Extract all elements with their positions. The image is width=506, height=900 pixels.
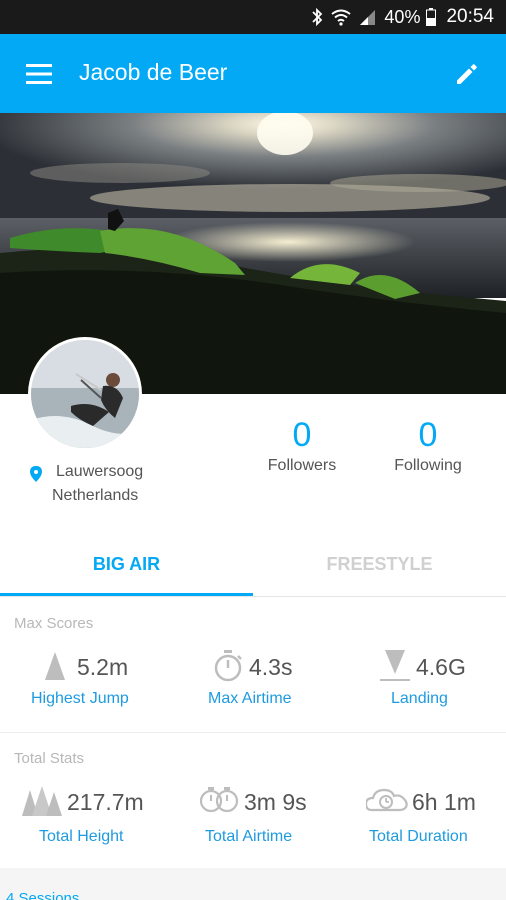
battery-percent: 40% xyxy=(384,6,421,27)
highest-jump-caption: Highest Jump xyxy=(31,690,129,707)
clock-cloud-icon xyxy=(366,788,408,812)
app-bar: Jacob de Beer xyxy=(0,34,506,113)
following-label: Following xyxy=(394,457,462,474)
landing-caption: Landing xyxy=(391,690,448,707)
clock: 20:54 xyxy=(446,6,494,27)
wifi-icon xyxy=(330,8,352,26)
location-city: Lauwersoog xyxy=(56,463,144,480)
double-stopwatch-icon xyxy=(199,787,239,813)
menu-icon[interactable] xyxy=(26,64,52,84)
stat-highest-jump: 5.2m Highest Jump xyxy=(0,644,168,714)
mountain-icon xyxy=(45,652,65,680)
landing-value: 4.6G xyxy=(416,654,466,680)
battery-icon xyxy=(426,8,437,26)
avatar[interactable] xyxy=(28,337,142,451)
stat-landing: 4.6G Landing xyxy=(338,644,506,714)
sessions-section: 4 Sessions xyxy=(0,868,506,900)
signal-icon xyxy=(358,8,376,26)
total-height-caption: Total Height xyxy=(39,828,124,845)
bluetooth-icon xyxy=(310,7,324,27)
followers-counter[interactable]: 0 Followers xyxy=(232,415,372,475)
sessions-link[interactable]: 4 Sessions xyxy=(6,890,79,900)
location-country: Netherlands xyxy=(52,487,139,504)
max-scores-label: Max Scores xyxy=(14,615,94,632)
mountains-icon xyxy=(22,786,62,816)
section-divider xyxy=(0,732,506,733)
stat-max-airtime: 4.3s Max Airtime xyxy=(168,644,338,714)
landing-icon xyxy=(380,650,410,681)
stat-total-height: 217.7m Total Height xyxy=(0,782,168,852)
stat-total-airtime: 3m 9s Total Airtime xyxy=(168,782,338,852)
status-bar: 40% 20:54 xyxy=(0,0,506,34)
total-duration-value: 6h 1m xyxy=(412,789,476,815)
tab-freestyle[interactable]: FREESTYLE xyxy=(253,533,506,597)
location-pin-icon xyxy=(30,466,42,482)
max-airtime-caption: Max Airtime xyxy=(208,690,292,707)
max-airtime-value: 4.3s xyxy=(249,654,293,680)
tab-big-air[interactable]: BIG AIR xyxy=(0,533,253,597)
total-airtime-caption: Total Airtime xyxy=(205,828,293,845)
following-counter[interactable]: 0 Following xyxy=(358,415,498,475)
stopwatch-icon xyxy=(214,650,242,682)
total-height-value: 217.7m xyxy=(67,789,144,815)
tab-divider xyxy=(0,596,506,597)
followers-label: Followers xyxy=(267,457,337,474)
edit-icon[interactable] xyxy=(454,61,480,87)
total-airtime-value: 3m 9s xyxy=(244,789,307,815)
total-stats-label: Total Stats xyxy=(14,750,85,767)
followers-count: 0 xyxy=(292,416,312,454)
highest-jump-value: 5.2m xyxy=(77,654,129,680)
total-duration-caption: Total Duration xyxy=(369,828,468,845)
tab-bar: BIG AIR FREESTYLE xyxy=(0,533,506,597)
page-title: Jacob de Beer xyxy=(79,59,228,85)
stat-total-duration: 6h 1m Total Duration xyxy=(338,782,506,852)
following-count: 0 xyxy=(418,416,438,454)
